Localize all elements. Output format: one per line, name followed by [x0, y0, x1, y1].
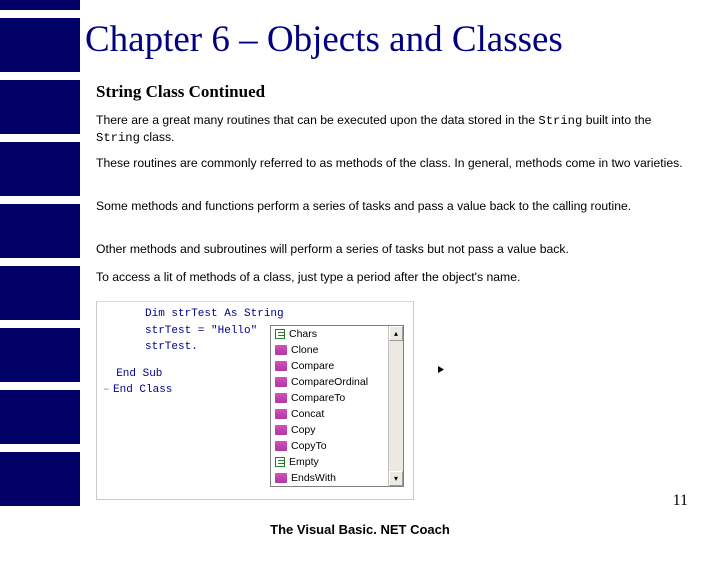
item-label: Compare: [291, 360, 334, 372]
item-label: CopyTo: [291, 440, 327, 452]
code-figure: Dim strTest As String strTest = "Hello" …: [96, 301, 414, 500]
method-icon: [275, 409, 287, 419]
method-icon: [275, 441, 287, 451]
code-line: Dim strTest As String: [97, 306, 413, 323]
body-paragraph-5: To access a lit of methods of a class, j…: [96, 269, 692, 285]
item-label: Concat: [291, 408, 324, 420]
text: There are a great many routines that can…: [96, 113, 538, 127]
caret-icon: [438, 366, 444, 373]
scroll-up-button[interactable]: ▴: [389, 326, 403, 341]
intellisense-item: CompareOrdinal: [271, 374, 388, 390]
method-icon: [275, 425, 287, 435]
intellisense-item: Compare: [271, 358, 388, 374]
decorative-sidebar: [0, 0, 80, 540]
method-icon: [275, 377, 287, 387]
item-label: Empty: [289, 456, 319, 468]
scrollbar[interactable]: ▴ ▾: [388, 326, 403, 486]
intellisense-item: Empty: [271, 454, 388, 470]
intellisense-item: EndsWith: [271, 470, 388, 486]
method-icon: [275, 361, 287, 371]
body-paragraph-2: These routines are commonly referred to …: [96, 155, 692, 171]
inline-code: String: [96, 131, 140, 145]
scroll-track[interactable]: [389, 341, 403, 471]
item-label: EndsWith: [291, 472, 336, 484]
text: class.: [140, 130, 175, 144]
property-icon: [275, 457, 285, 467]
intellisense-item: Copy: [271, 422, 388, 438]
intellisense-item: Chars: [271, 326, 388, 342]
intellisense-item: Concat: [271, 406, 388, 422]
intellisense-item: Clone: [271, 342, 388, 358]
item-label: Copy: [291, 424, 316, 436]
intellisense-item: CopyTo: [271, 438, 388, 454]
body-paragraph-1: There are a great many routines that can…: [96, 112, 692, 146]
text: built into the: [582, 113, 651, 127]
slide-title: Chapter 6 – Objects and Classes: [85, 18, 563, 61]
body-paragraph-4: Other methods and subroutines will perfo…: [96, 241, 692, 257]
intellisense-popup: Chars Clone Compare CompareOrdinal Compa…: [270, 325, 404, 487]
footer-text: The Visual Basic. NET Coach: [0, 522, 720, 537]
item-label: CompareTo: [291, 392, 345, 404]
intellisense-item: CompareTo: [271, 390, 388, 406]
item-label: CompareOrdinal: [291, 376, 368, 388]
item-label: Clone: [291, 344, 318, 356]
property-icon: [275, 329, 285, 339]
item-label: Chars: [289, 328, 317, 340]
method-icon: [275, 345, 287, 355]
scroll-down-button[interactable]: ▾: [389, 471, 403, 486]
inline-code: String: [538, 114, 582, 128]
method-icon: [275, 473, 287, 483]
page-number: 11: [673, 492, 688, 510]
intellisense-list[interactable]: Chars Clone Compare CompareOrdinal Compa…: [271, 326, 388, 486]
slide-subtitle: String Class Continued: [96, 82, 265, 102]
method-icon: [275, 393, 287, 403]
body-paragraph-3: Some methods and functions perform a ser…: [96, 198, 692, 214]
